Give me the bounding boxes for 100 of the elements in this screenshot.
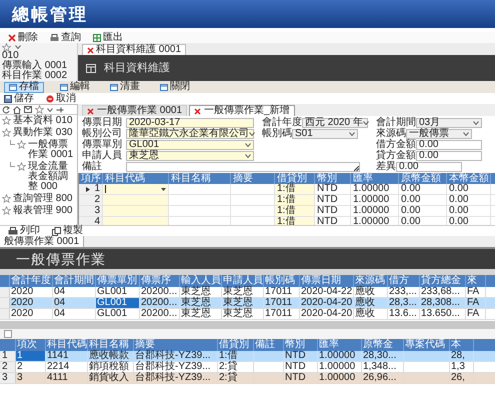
table-row[interactable]: 2 2 2214 銷項稅額 台郡科技-YZ39... 2:貸 NTD 1.00000 1,348... 1,3 xyxy=(0,362,495,373)
table-cell: 應收帳款 xyxy=(88,351,134,361)
tree-item[interactable]: 一般傳票作業 0001 xyxy=(28,140,77,160)
tab[interactable]: 一般傳票作業 0001 xyxy=(82,105,188,116)
connector-icon xyxy=(10,140,15,148)
row-number: 2 xyxy=(2,362,8,372)
table-cell: 1141 xyxy=(46,351,88,361)
close-icon[interactable] xyxy=(87,46,94,54)
table-cell: 1.00000 xyxy=(318,373,362,383)
table-cell: 04 xyxy=(53,287,96,297)
table-cell: 2020-04-22 xyxy=(300,287,354,297)
star-icon xyxy=(17,162,26,171)
copy-icon xyxy=(52,226,61,236)
table-cell: 2020 xyxy=(10,309,53,319)
edit-button[interactable]: 取消 xyxy=(46,94,76,104)
toolbar-button[interactable]: 列印 xyxy=(8,226,40,236)
table-cell: 1:借 xyxy=(275,206,315,216)
tree-item[interactable]: 查詢管理 800 xyxy=(13,194,72,204)
dropdown-field[interactable]: 西元 2020 年 xyxy=(302,118,368,128)
star-icon xyxy=(17,140,26,149)
table-cell: NTD xyxy=(315,184,351,194)
edit-button[interactable]: 儲存 xyxy=(4,94,34,104)
dropdown-field[interactable]: 一般傳票 xyxy=(406,128,472,138)
field-label: 差異 xyxy=(376,162,396,172)
banner-title: 一般傳票作業 xyxy=(16,252,106,266)
table-row[interactable]: 3 3 4111 銷貨收入 台郡科技-YZ39... 2:貸 NTD 1.00000 26,96... 26, xyxy=(0,373,495,384)
toolbar-button[interactable] xyxy=(4,330,12,338)
list-item[interactable]: 010 xyxy=(2,51,77,61)
table-row[interactable]: 2020 04 GL001 20200... 東芝恩 東芝恩 17011 2020-04-22 應收 233,... 233,68... FA xyxy=(0,287,495,298)
window-icon xyxy=(160,84,168,90)
row-header[interactable]: 4 xyxy=(79,217,103,225)
action-button[interactable]: 關閉 xyxy=(156,82,194,92)
table-cell: NTD xyxy=(284,373,318,383)
row-pointer-icon xyxy=(86,186,90,192)
table-cell: 2020 xyxy=(10,298,53,308)
toolbar-button[interactable]: 複製 xyxy=(52,226,83,236)
memo-field[interactable] xyxy=(126,162,360,172)
toolbar-button[interactable]: 匯出 xyxy=(93,32,123,42)
cancel-icon xyxy=(46,94,54,102)
close-icon[interactable] xyxy=(87,108,94,114)
table-cell: 1:借 xyxy=(275,217,315,225)
table-cell: 應收 xyxy=(354,287,388,297)
input-field[interactable]: 0.00 xyxy=(416,140,482,150)
list-item[interactable]: 科目作業 0002 xyxy=(2,71,77,81)
tree-item[interactable]: 現金流量表金額調整 000 xyxy=(28,162,77,192)
row-header[interactable]: 2 xyxy=(79,195,103,205)
table-cell: 東芝恩 xyxy=(222,298,264,308)
row-header[interactable]: 3 xyxy=(79,206,103,216)
action-button[interactable]: 清畫 xyxy=(106,82,144,92)
table-cell: 東芝恩 xyxy=(180,309,222,319)
caret-icon xyxy=(245,154,251,158)
table-cell: 1:借 xyxy=(275,184,315,194)
table-cell: 0.00 xyxy=(399,217,447,225)
table-cell: 2020-04-20 xyxy=(300,309,354,319)
table-row[interactable]: 1 1 1141 應收帳款 台郡科技-YZ39... 1:借 NTD 1.00000 28,30... 28, xyxy=(0,351,495,362)
banner-title: 科目資料維護 xyxy=(104,62,170,74)
close-icon[interactable] xyxy=(194,108,202,114)
home-icon[interactable] xyxy=(13,106,21,114)
table-cell: 28, xyxy=(450,351,474,361)
field-label: 傳票單別 xyxy=(82,140,123,150)
action-button[interactable]: 編輯 xyxy=(56,82,94,92)
tab[interactable]: 般傳票作業 0001 xyxy=(0,236,84,247)
row-header[interactable]: 1 xyxy=(79,184,103,194)
table-cell: 17011 xyxy=(264,287,300,297)
toolbar-button[interactable]: 刪除 xyxy=(8,32,38,42)
input-field[interactable]: 0.00 xyxy=(396,162,462,172)
field-label: 傳票日期 xyxy=(82,118,123,128)
table-cell: 28,30... xyxy=(362,351,404,361)
table-cell: 2020 xyxy=(10,287,53,297)
field-label: 借方金額 xyxy=(376,140,416,150)
list-item[interactable]: 傳票輸入 0001 xyxy=(2,61,77,71)
table-cell: 13.650... xyxy=(420,309,466,319)
resize-grip-icon xyxy=(354,166,359,170)
tree-item[interactable]: 異動作業 030 xyxy=(13,128,72,138)
field-label: 會計期間 xyxy=(376,118,416,128)
table-cell: 20200... xyxy=(140,287,180,297)
dropdown-field[interactable]: 03月 xyxy=(416,118,482,128)
field-label: 備註 xyxy=(82,162,103,172)
table-cell: 1.00000 xyxy=(351,195,399,205)
tab[interactable]: 一般傳票作業_新增 xyxy=(189,105,295,116)
table-cell: NTD xyxy=(315,217,351,225)
input-field[interactable]: 0.00 xyxy=(416,150,482,160)
action-button[interactable]: 存檔 xyxy=(4,82,44,92)
dropdown-field[interactable]: 隆華亞鐵六永企業有限公司 xyxy=(126,128,254,138)
dropdown-caret-icon[interactable] xyxy=(161,188,166,190)
table-cell: GL001 xyxy=(96,309,140,319)
tab[interactable]: 科目資料維護 0001 xyxy=(82,44,186,55)
table-cell: 台郡科技-YZ39... xyxy=(134,373,218,383)
dropdown-field[interactable]: GL001 xyxy=(126,140,254,150)
dropdown-field[interactable]: 東芝恩 xyxy=(126,150,254,160)
refresh-icon[interactable] xyxy=(2,106,10,114)
tree-item[interactable]: 報表管理 900 xyxy=(13,206,72,216)
toolbar-button[interactable]: 查詢 xyxy=(50,32,81,42)
input-field[interactable]: 2020-03-17 xyxy=(126,118,254,128)
tree-item[interactable]: 基本資料 010 xyxy=(13,116,72,126)
table-row[interactable]: 2020 04 GL001 20200... 東芝恩 東芝恩 17011 2020-04-20 應收 28,3... 28,308... FA xyxy=(0,298,495,309)
table-cell: 0.00 xyxy=(399,184,447,194)
dropdown-field[interactable]: S01 xyxy=(292,128,358,138)
mail-icon[interactable] xyxy=(24,106,32,113)
table-row[interactable]: 2020 04 GL001 20200... 東芝恩 東芝恩 17011 2020-04-20 應收 13.6... 13.650... FA xyxy=(0,309,495,320)
